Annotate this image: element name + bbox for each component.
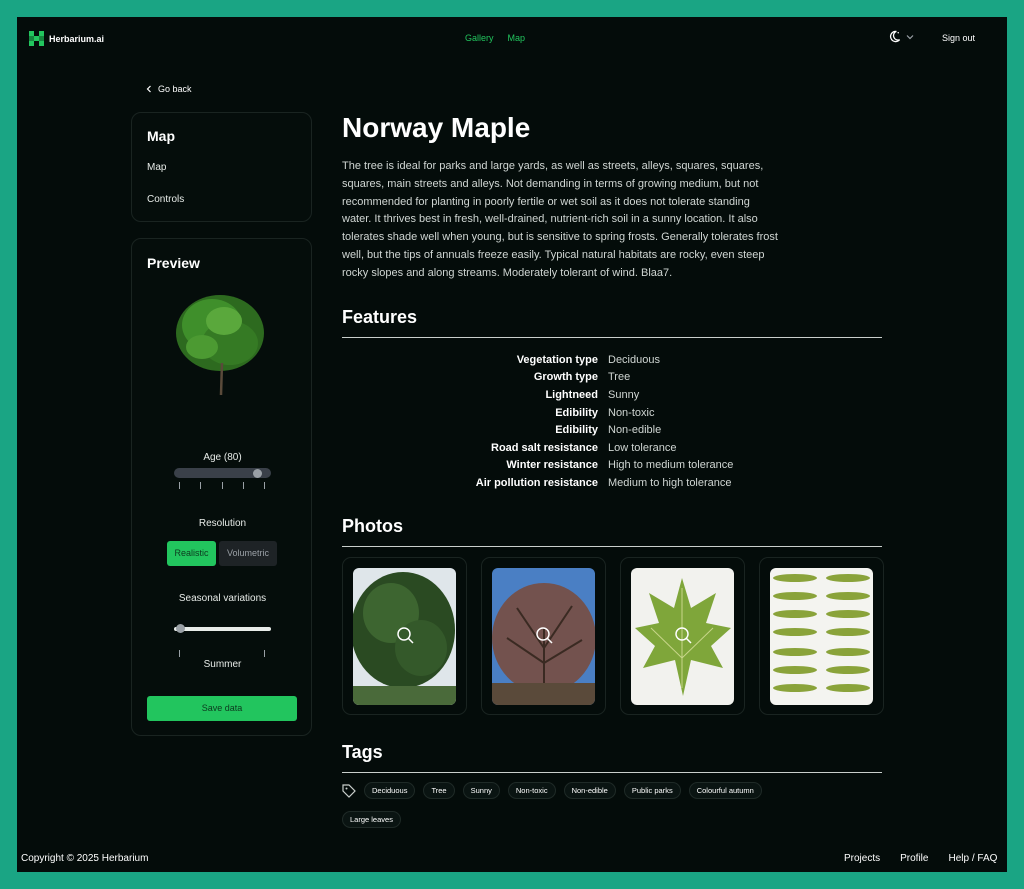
main-nav: Gallery Map — [465, 33, 525, 43]
preview-card: Preview Age (80) Resolution Realistic Vo… — [131, 238, 312, 736]
nav-gallery[interactable]: Gallery — [465, 33, 494, 43]
summer-tree-photo[interactable] — [351, 568, 456, 705]
map-card: Map Map Controls — [131, 112, 312, 222]
go-back-label: Go back — [158, 84, 192, 94]
save-data-button[interactable]: Save data — [147, 696, 297, 721]
feature-row: Road salt resistance Low tolerance — [491, 441, 677, 454]
seasonal-value: Summer — [203, 659, 242, 670]
resolution-realistic-button[interactable]: Realistic — [167, 541, 216, 566]
seasonal-ticks — [179, 650, 265, 657]
tag-icon — [342, 783, 356, 798]
tags-heading: Tags — [342, 742, 383, 762]
map-card-title: Map — [147, 128, 175, 144]
plant-description: The tree is ideal for parks and large ya… — [342, 160, 778, 279]
tag-chip[interactable]: Non-edible — [563, 782, 616, 799]
seasonal-label: Seasonal variations — [178, 593, 267, 604]
tag-chip[interactable]: Non-toxic — [507, 782, 556, 799]
theme-toggle[interactable] — [888, 30, 914, 43]
logo[interactable]: Herbarium.ai — [29, 31, 104, 46]
features-divider — [342, 337, 882, 338]
header: Herbarium.ai Gallery Map Sign out — [17, 17, 1007, 59]
feature-row: Edibility Non-toxic — [555, 406, 655, 419]
resolution-toggle: Realistic Volumetric — [167, 541, 277, 566]
photo-card[interactable] — [481, 557, 606, 715]
resolution-volumetric-button[interactable]: Volumetric — [219, 541, 277, 566]
tags-divider — [342, 772, 882, 773]
preview-title: Preview — [147, 255, 200, 271]
tag-chip[interactable]: Tree — [423, 782, 455, 799]
photo-gallery — [342, 557, 884, 715]
photo-card[interactable] — [759, 557, 884, 715]
sign-out-link[interactable]: Sign out — [942, 33, 975, 43]
resolution-label: Resolution — [198, 518, 247, 529]
go-back-link[interactable]: Go back — [146, 84, 192, 94]
feature-row: Air pollution resistance Medium to high t… — [475, 476, 732, 489]
logo-icon — [29, 31, 44, 46]
leaf-photo[interactable] — [631, 568, 734, 705]
tree-preview-image[interactable] — [172, 293, 272, 403]
winter-tree-photo[interactable] — [492, 568, 596, 705]
age-slider-thumb[interactable] — [253, 469, 262, 478]
sidebar-item-map[interactable]: Map — [147, 162, 166, 173]
photos-heading: Photos — [342, 516, 403, 536]
feature-row: Lightneed Sunny — [545, 388, 640, 401]
tag-chip[interactable]: Public parks — [623, 782, 681, 799]
seasonal-slider-thumb[interactable] — [176, 624, 185, 633]
photo-card[interactable] — [620, 557, 745, 715]
footer-link-profile[interactable]: Profile — [900, 853, 928, 864]
nav-map[interactable]: Map — [508, 33, 526, 43]
tag-chip[interactable]: Colourful autumn — [688, 782, 762, 799]
footer-link-projects[interactable]: Projects — [844, 853, 880, 864]
feature-row: Vegetation type Deciduous — [516, 353, 660, 366]
feature-row: Growth type Tree — [533, 371, 631, 384]
features-table: Vegetation type Deciduous Growth type Tree… — [342, 351, 882, 492]
age-label: Age (80) — [203, 452, 242, 463]
footer-link-help[interactable]: Help / FAQ — [948, 853, 997, 864]
tag-list: Deciduous Tree Sunny Non-toxic Non-edibl… — [342, 782, 882, 828]
age-ticks — [179, 482, 265, 489]
chevron-down-icon — [906, 34, 914, 39]
age-slider[interactable] — [174, 468, 271, 478]
feature-row: Winter resistance High to medium toleranc… — [506, 459, 734, 472]
photos-divider — [342, 546, 882, 547]
page-title: Norway Maple — [342, 112, 531, 143]
seeds-photo[interactable] — [770, 568, 873, 705]
tag-chip[interactable]: Deciduous — [364, 782, 416, 799]
moon-icon — [889, 30, 901, 43]
app-window: Herbarium.ai Gallery Map Sign out Go bac… — [17, 17, 1007, 872]
photo-card[interactable] — [342, 557, 467, 715]
tag-chip[interactable]: Large leaves — [342, 811, 401, 828]
copyright: Copyright © 2025 Herbarium — [21, 853, 149, 864]
features-heading: Features — [342, 307, 418, 327]
logo-text: Herbarium.ai — [49, 33, 105, 44]
feature-row: Edibility Non-edible — [555, 424, 662, 437]
sidebar-item-controls[interactable]: Controls — [147, 194, 184, 205]
seasonal-slider[interactable] — [174, 624, 271, 633]
tag-chip[interactable]: Sunny — [462, 782, 500, 799]
footer-links: Projects Profile Help / FAQ — [844, 853, 997, 864]
chevron-left-icon — [146, 85, 151, 93]
